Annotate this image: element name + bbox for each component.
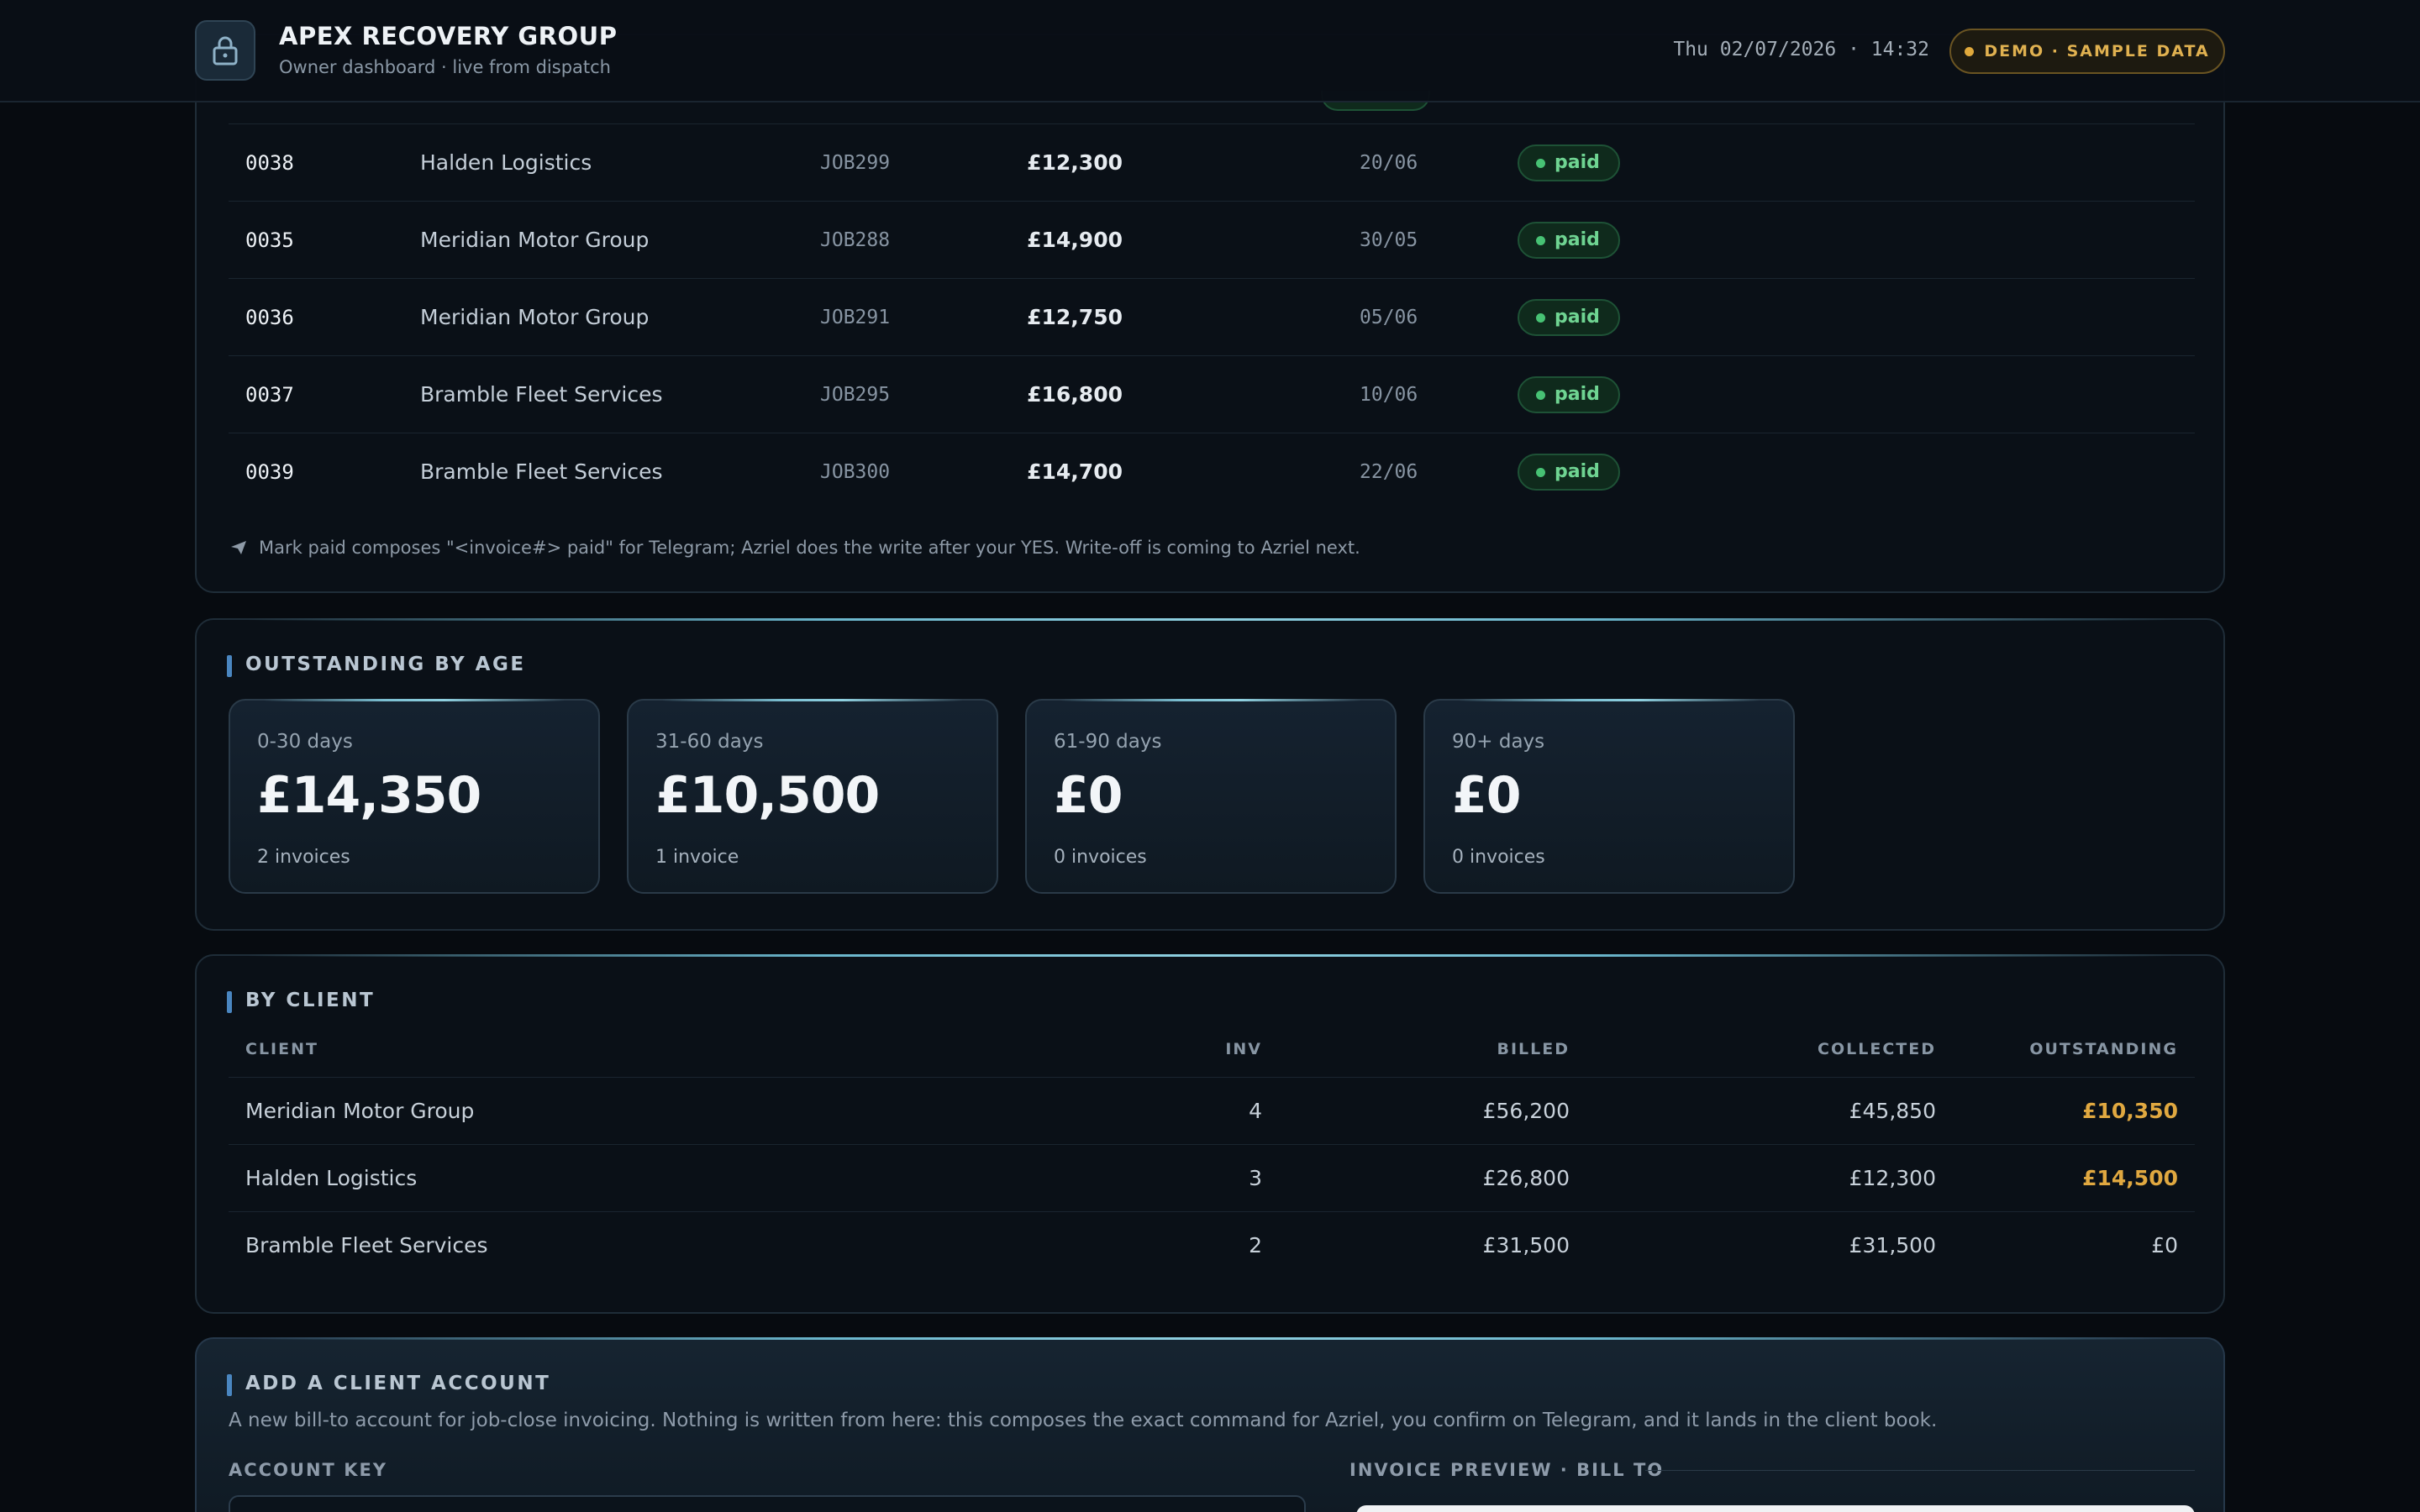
mark-paid-note: Mark paid composes "<invoice#> paid" for… [230,538,1360,558]
age-card-label: 90+ days [1452,731,1545,753]
age-card-label: 0-30 days [257,731,353,753]
client-collected: £31,500 [1849,1233,1936,1257]
app-subtitle: Owner dashboard · live from dispatch [279,57,611,77]
invoice-job: JOB291 [820,307,891,328]
status-badge: paid [1518,376,1620,413]
invoice-list-panel: 0038 Halden Logistics JOB299 £12,300 20/… [195,34,2225,593]
client-name: Bramble Fleet Services [245,1233,488,1257]
invoice-amount: £14,700 [1027,459,1123,484]
invoice-row[interactable]: 0039 Bramble Fleet Services JOB300 £14,7… [229,433,2195,511]
invoice-client: Meridian Motor Group [420,228,650,252]
client-inv: 3 [1249,1166,1262,1190]
account-key-input[interactable] [229,1495,1306,1512]
invoice-job: JOB295 [820,384,891,406]
client-billed: £31,500 [1482,1233,1570,1257]
invoice-date: 30/05 [1360,229,1418,251]
invoice-preview-label: INVOICE PREVIEW · BILL TO [1349,1460,1665,1480]
client-row[interactable]: Meridian Motor Group 4 £56,200 £45,850 £… [229,1077,2195,1144]
invoice-number: 0035 [245,228,294,252]
invoice-date: 10/06 [1360,384,1418,406]
invoice-date: 22/06 [1360,461,1418,483]
invoice-number: 0039 [245,460,294,484]
age-card-count: 2 invoices [257,847,350,868]
status-dot-icon [1965,46,1975,56]
invoice-date: 20/06 [1360,152,1418,174]
section-title: OUTSTANDING BY AGE [227,654,526,677]
invoice-client: Bramble Fleet Services [420,382,663,407]
age-card-value: £0 [1452,766,1521,825]
client-inv: 4 [1249,1099,1262,1123]
age-card-0-30: 0-30 days £14,350 2 invoices [229,699,600,894]
section-title: BY CLIENT [227,990,375,1013]
age-card-count: 0 invoices [1054,847,1147,868]
client-outstanding: £0 [2151,1233,2178,1257]
account-key-label: ACCOUNT KEY [229,1460,388,1480]
demo-badge-label: DEMO · SAMPLE DATA [1984,42,2210,60]
invoice-amount: £12,300 [1027,150,1123,175]
invoice-amount: £16,800 [1027,382,1123,407]
client-collected: £45,850 [1849,1099,1936,1123]
age-card-count: 0 invoices [1452,847,1545,868]
client-billed: £56,200 [1482,1099,1570,1123]
status-badge: paid [1518,222,1620,259]
column-header-outstanding: OUTSTANDING [2029,1040,2178,1058]
invoice-amount: £14,900 [1027,228,1123,252]
send-icon [231,541,246,554]
age-card-label: 31-60 days [655,731,764,753]
age-card-count: 1 invoice [655,847,739,868]
column-header-billed: BILLED [1497,1040,1570,1058]
invoice-number: 0036 [245,306,294,329]
client-outstanding: £10,350 [2082,1099,2178,1123]
outstanding-by-age-panel: OUTSTANDING BY AGE 0-30 days £14,350 2 i… [195,618,2225,931]
lock-icon [195,20,255,81]
status-badge: paid [1518,144,1620,181]
client-row[interactable]: Halden Logistics 3 £26,800 £12,300 £14,5… [229,1144,2195,1211]
invoice-number: 0037 [245,383,294,407]
client-name: Meridian Motor Group [245,1099,475,1123]
invoice-job: JOB288 [820,229,891,251]
invoice-row[interactable]: 0036 Meridian Motor Group JOB291 £12,750… [229,279,2195,356]
age-card-31-60: 31-60 days £10,500 1 invoice [627,699,998,894]
invoice-client: Meridian Motor Group [420,305,650,329]
column-header-inv: INV [1225,1040,1262,1058]
age-card-value: £10,500 [655,766,880,825]
invoice-row[interactable]: 0038 Halden Logistics JOB299 £12,300 20/… [229,124,2195,202]
age-card-value: £14,350 [257,766,481,825]
top-bar: APEX RECOVERY GROUP Owner dashboard · li… [0,0,2420,102]
client-outstanding: £14,500 [2082,1166,2178,1190]
invoice-row[interactable]: 0035 Meridian Motor Group JOB288 £14,900… [229,202,2195,279]
client-row[interactable]: Bramble Fleet Services 2 £31,500 £31,500… [229,1211,2195,1278]
age-card-value: £0 [1054,766,1123,825]
demo-badge: DEMO · SAMPLE DATA [1949,29,2225,74]
invoice-client: Bramble Fleet Services [420,459,663,484]
client-inv: 2 [1249,1233,1262,1257]
status-badge: paid [1518,299,1620,336]
invoice-job: JOB299 [820,152,891,174]
add-client-panel: ADD A CLIENT ACCOUNT A new bill-to accou… [195,1337,2225,1512]
client-collected: £12,300 [1849,1166,1936,1190]
age-card-61-90: 61-90 days £0 0 invoices [1025,699,1397,894]
current-datetime: Thu 02/07/2026 · 14:32 [1673,39,1929,60]
age-card-90-plus: 90+ days £0 0 invoices [1423,699,1795,894]
column-header-client: CLIENT [245,1040,318,1058]
invoice-client: Halden Logistics [420,150,592,175]
by-client-panel: BY CLIENT CLIENT INV BILLED COLLECTED OU… [195,954,2225,1314]
column-header-collected: COLLECTED [1818,1040,1936,1058]
invoice-number: 0038 [245,151,294,175]
section-title: ADD A CLIENT ACCOUNT [227,1373,550,1396]
client-name: Halden Logistics [245,1166,418,1190]
invoice-job: JOB300 [820,461,891,483]
client-billed: £26,800 [1482,1166,1570,1190]
invoice-preview-box [1356,1505,2195,1512]
invoice-date: 05/06 [1360,307,1418,328]
mark-paid-note-text: Mark paid composes "<invoice#> paid" for… [259,538,1360,558]
preview-divider [1645,1470,2195,1471]
age-card-label: 61-90 days [1054,731,1162,753]
add-client-description: A new bill-to account for job-close invo… [229,1410,1938,1431]
invoice-amount: £12,750 [1027,305,1123,329]
invoice-row[interactable]: 0037 Bramble Fleet Services JOB295 £16,8… [229,356,2195,433]
app-title: APEX RECOVERY GROUP [279,22,618,50]
status-badge: paid [1518,454,1620,491]
